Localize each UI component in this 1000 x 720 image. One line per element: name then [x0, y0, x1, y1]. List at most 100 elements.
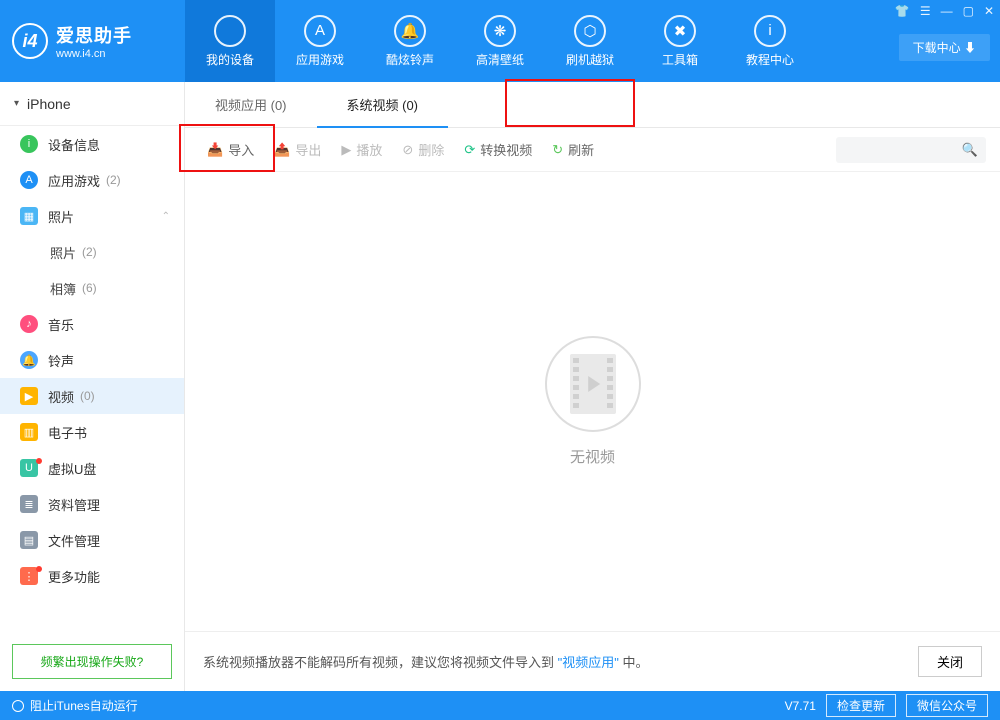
convert-button[interactable]: ⟳转换视频 — [456, 136, 540, 163]
sidebar-item[interactable]: ⋮更多功能 — [0, 558, 184, 594]
refresh-button[interactable]: ↻刷新 — [544, 136, 602, 163]
apple-icon — [214, 15, 246, 47]
hint-close-button[interactable]: 关闭 — [918, 646, 982, 677]
sidebar-item-icon: ▶ — [20, 387, 38, 405]
tab-video-apps[interactable]: 视频应用 (0) — [185, 82, 317, 127]
version-label: V7.71 — [785, 699, 816, 713]
search-input[interactable]: 🔍 — [836, 137, 986, 163]
nav-wallpapers[interactable]: ❋高清壁纸 — [455, 0, 545, 82]
notification-dot-icon — [36, 458, 42, 464]
sidebar-item-label: 文件管理 — [48, 531, 100, 550]
highlight-box — [505, 79, 635, 127]
sidebar-item-label: 铃声 — [48, 351, 74, 370]
top-nav: 我的设备 A应用游戏 🔔酷炫铃声 ❋高清壁纸 ⬡刷机越狱 ✖工具箱 i教程中心 — [185, 0, 815, 82]
brand-logo-icon: i4 — [12, 23, 48, 59]
hint-text: 系统视频播放器不能解码所有视频，建议您将视频文件导入到 "视频应用" 中。 — [203, 652, 649, 671]
app-header: i4 爱思助手 www.i4.cn 我的设备 A应用游戏 🔔酷炫铃声 ❋高清壁纸… — [0, 0, 1000, 82]
sidebar-item-icon: 🔔 — [20, 351, 38, 369]
status-bar: 阻止iTunes自动运行 V7.71 检查更新 微信公众号 — [0, 691, 1000, 720]
delete-icon: ⊘ — [402, 142, 413, 158]
box-icon: ⬡ — [574, 15, 606, 47]
brand-title: 爱思助手 — [56, 22, 132, 48]
download-center-button[interactable]: 下载中心 ⬇ — [899, 34, 990, 61]
check-update-button[interactable]: 检查更新 — [826, 694, 896, 717]
window-controls: 👕 ☰ — ▢ ✕ — [895, 4, 994, 18]
import-icon: 📥 — [207, 142, 223, 158]
sidebar-item-icon: ≣ — [20, 495, 38, 513]
sidebar-item[interactable]: 照片(2) — [0, 234, 184, 270]
chevron-up-icon: ⌃ — [162, 211, 170, 222]
sidebar-item[interactable]: 🔔 铃声 — [0, 342, 184, 378]
flower-icon: ❋ — [484, 15, 516, 47]
export-button: 📤导出 — [266, 136, 329, 163]
play-icon: ▶ — [341, 142, 351, 158]
minimize-icon[interactable]: — — [941, 4, 953, 18]
toolbar: 📥导入 📤导出 ▶播放 ⊘删除 ⟳转换视频 ↻刷新 🔍 — [185, 128, 1000, 172]
menu-icon[interactable]: ☰ — [920, 4, 931, 18]
tools-icon: ✖ — [664, 15, 696, 47]
nav-flash[interactable]: ⬡刷机越狱 — [545, 0, 635, 82]
info-icon: i — [754, 15, 786, 47]
sidebar-item[interactable]: ≣ 资料管理 — [0, 486, 184, 522]
nav-my-device[interactable]: 我的设备 — [185, 0, 275, 82]
sidebar-item[interactable]: 相簿(6) — [0, 270, 184, 306]
caret-down-icon: ▾ — [14, 98, 19, 109]
sidebar-item-label: 电子书 — [48, 423, 87, 442]
tshirt-icon[interactable]: 👕 — [895, 4, 910, 18]
notification-dot-icon — [36, 566, 42, 572]
search-icon: 🔍 — [962, 142, 978, 158]
sidebar-item[interactable]: U虚拟U盘 — [0, 450, 184, 486]
film-icon — [545, 336, 641, 432]
delete-button: ⊘删除 — [394, 136, 452, 163]
sidebar-item-icon: ▥ — [20, 423, 38, 441]
export-icon: 📤 — [274, 142, 290, 158]
brand-subtitle: www.i4.cn — [56, 48, 132, 60]
sidebar-item-label: 音乐 — [48, 315, 74, 334]
tab-bar: 视频应用 (0) 系统视频 (0) — [185, 82, 1000, 128]
play-button: ▶播放 — [333, 136, 390, 163]
help-link[interactable]: 频繁出现操作失败? — [12, 644, 172, 679]
sidebar-item-icon: ▤ — [20, 531, 38, 549]
sidebar-item-label: 更多功能 — [48, 567, 100, 586]
nav-tutorials[interactable]: i教程中心 — [725, 0, 815, 82]
sidebar-item[interactable]: ▤ 文件管理 — [0, 522, 184, 558]
convert-icon: ⟳ — [464, 142, 475, 158]
sidebar-item-label: 应用游戏 — [48, 171, 100, 190]
sidebar-item-label: 视频 — [48, 387, 74, 406]
empty-state: 无视频 — [185, 172, 1000, 631]
itunes-block-toggle[interactable]: 阻止iTunes自动运行 — [12, 697, 138, 714]
nav-toolbox[interactable]: ✖工具箱 — [635, 0, 725, 82]
sidebar-item[interactable]: A应用游戏(2) — [0, 162, 184, 198]
circle-icon — [12, 700, 24, 712]
nav-ringtones[interactable]: 🔔酷炫铃声 — [365, 0, 455, 82]
sidebar-item[interactable]: i设备信息 — [0, 126, 184, 162]
sidebar-item-label: 相簿 — [50, 279, 76, 298]
sidebar-item[interactable]: ▶视频(0) — [0, 378, 184, 414]
sidebar-item-label: 照片 — [50, 243, 76, 262]
sidebar-item-icon: ♪ — [20, 315, 38, 333]
content: 视频应用 (0) 系统视频 (0) 📥导入 📤导出 ▶播放 ⊘删除 ⟳转换视频 … — [185, 82, 1000, 691]
refresh-icon: ↻ — [552, 142, 563, 158]
sidebar-item-label: 虚拟U盘 — [48, 459, 96, 478]
sidebar-item[interactable]: ♪ 音乐 — [0, 306, 184, 342]
tab-system-video[interactable]: 系统视频 (0) — [317, 82, 449, 127]
brand: i4 爱思助手 www.i4.cn — [0, 0, 185, 82]
sidebar-device-header[interactable]: ▾ iPhone — [0, 82, 184, 126]
sidebar-item-label: 资料管理 — [48, 495, 100, 514]
sidebar: ▾ iPhone i设备信息A应用游戏(2)▦照片⌃照片(2)相簿(6)♪音乐🔔… — [0, 82, 185, 691]
maximize-icon[interactable]: ▢ — [963, 4, 974, 18]
app-icon: A — [304, 15, 336, 47]
sidebar-item-icon: i — [20, 135, 38, 153]
sidebar-item[interactable]: ▦ 照片 ⌃ — [0, 198, 184, 234]
sidebar-item-label: 照片 — [48, 207, 74, 226]
sidebar-item-icon: ▦ — [20, 207, 38, 225]
hint-bar: 系统视频播放器不能解码所有视频，建议您将视频文件导入到 "视频应用" 中。 关闭 — [185, 631, 1000, 691]
sidebar-item-icon: A — [20, 171, 38, 189]
nav-apps[interactable]: A应用游戏 — [275, 0, 365, 82]
bell-icon: 🔔 — [394, 15, 426, 47]
import-button[interactable]: 📥导入 — [199, 136, 262, 163]
wechat-button[interactable]: 微信公众号 — [906, 694, 988, 717]
sidebar-item[interactable]: ▥ 电子书 — [0, 414, 184, 450]
close-icon[interactable]: ✕ — [984, 4, 994, 18]
empty-text: 无视频 — [570, 446, 615, 467]
